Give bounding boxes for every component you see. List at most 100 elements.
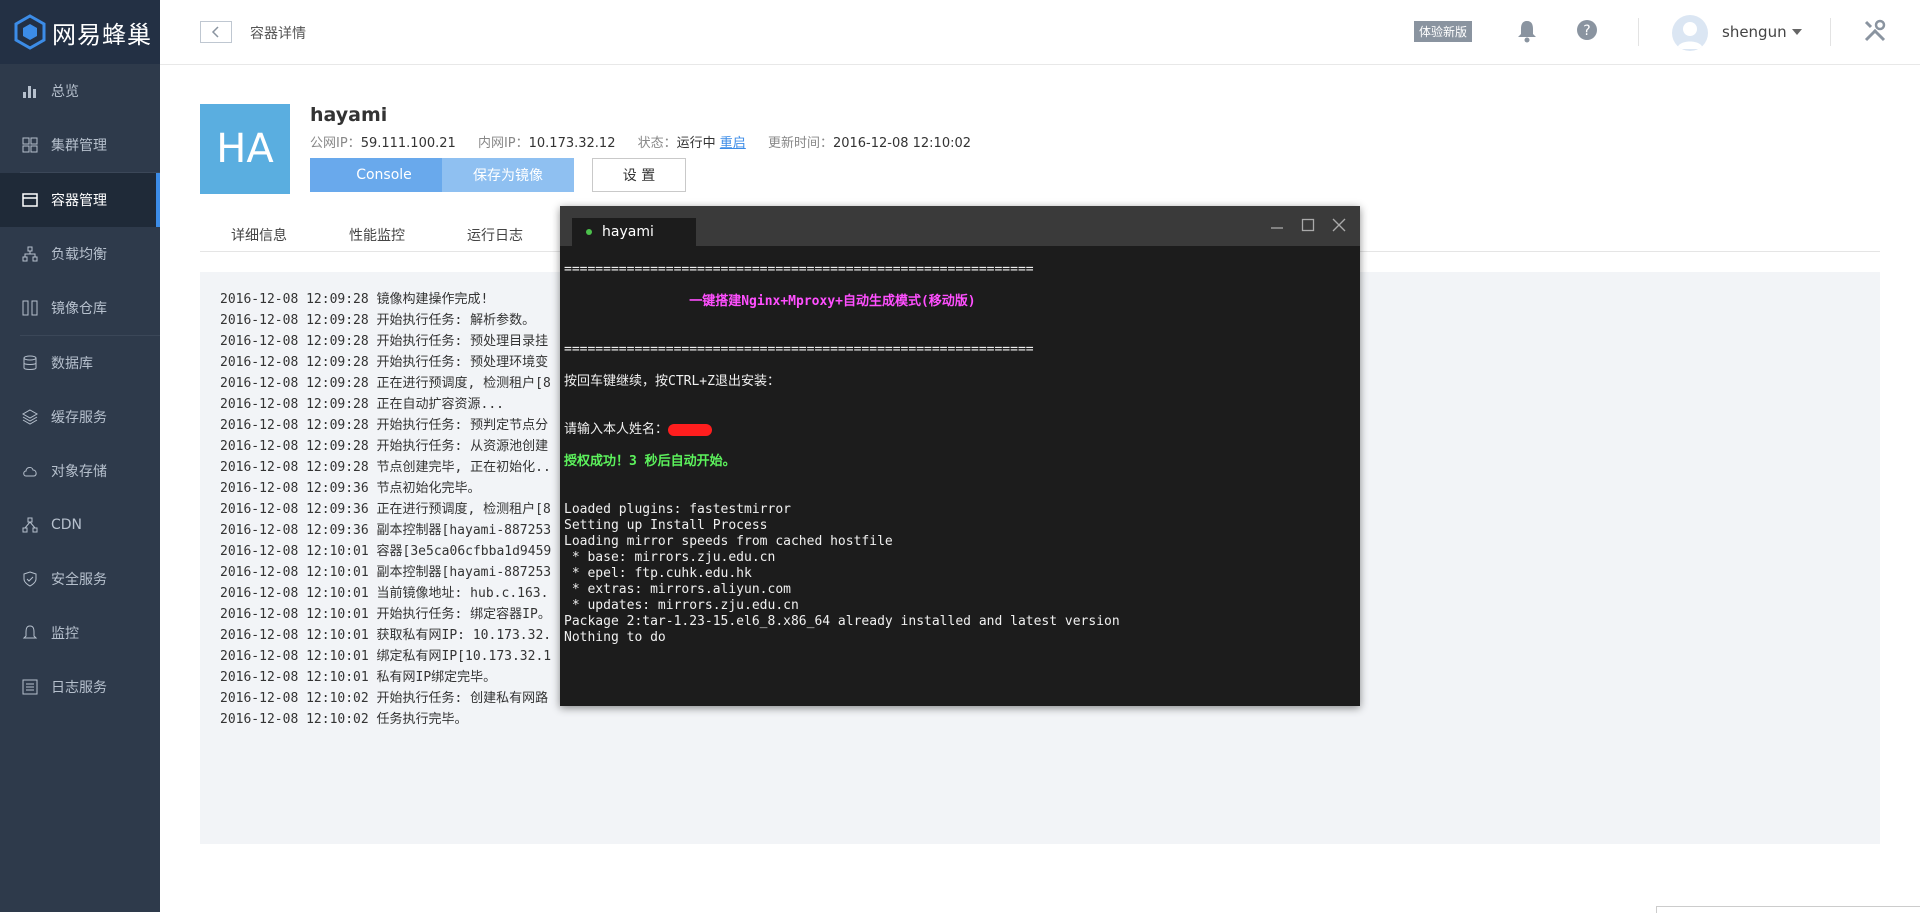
sidebar-item-11[interactable]: 日志服务	[0, 660, 160, 714]
tab-performance[interactable]: 性能监控	[349, 225, 405, 245]
console-title-bar[interactable]: hayami	[560, 206, 1360, 246]
tab-run-log[interactable]: 运行日志	[467, 225, 523, 245]
log-line: 2016-12-08 12:09:36 副本控制器[hayami-887253	[220, 523, 552, 538]
sidebar-item-label: 缓存服务	[51, 410, 107, 426]
sidebar-item-label: 负载均衡	[51, 247, 107, 263]
trial-new-version-button[interactable]: 体验新版	[1414, 21, 1473, 42]
svg-text:?: ?	[1583, 23, 1590, 39]
terminal-line: * base: mirrors.zju.edu.cn	[564, 550, 1354, 566]
sidebar-item-5[interactable]: 数据库	[0, 336, 160, 390]
terminal-line: 授权成功！3 秒后自动开始。	[564, 454, 1354, 470]
terminal-line: * epel: ftp.cuhk.edu.hk	[564, 566, 1354, 582]
minimize-icon[interactable]	[1270, 218, 1284, 232]
terminal-line-text: * base: mirrors.zju.edu.cn	[564, 550, 776, 565]
terminal-line-text: Nothing to do	[564, 630, 666, 645]
sidebar-item-2[interactable]: 容器管理	[0, 173, 160, 227]
log-line: 2016-12-08 12:10:01 容器[3e5ca06cfbba1d945…	[220, 544, 552, 559]
console-tab-title: hayami	[602, 224, 654, 240]
sidebar-item-label: 总览	[51, 84, 79, 100]
divider	[1830, 18, 1831, 46]
log-line: 2016-12-08 12:09:28 开始执行任务: 预判定节点分	[220, 418, 549, 433]
log-list: 2016-12-08 12:09:28 镜像构建操作完成! 2016-12-08 …	[220, 288, 551, 729]
console-button[interactable]: Console	[310, 158, 458, 192]
sidebar-item-7[interactable]: 对象存储	[0, 444, 160, 498]
columns-icon	[20, 298, 40, 318]
sidebar-item-8[interactable]: CDN	[0, 498, 160, 552]
sidebar-item-label: 数据库	[51, 356, 93, 372]
log-line: 2016-12-08 12:10:01 副本控制器[hayami-887253	[220, 565, 552, 580]
cloud-icon	[20, 461, 40, 481]
container-avatar: HA	[200, 104, 290, 194]
log-line: 2016-12-08 12:09:28 开始执行任务: 从资源池创建	[220, 439, 549, 454]
sidebar-item-10[interactable]: 监控	[0, 606, 160, 660]
sidebar-item-label: 日志服务	[51, 680, 107, 696]
status-value: 运行中	[676, 136, 716, 151]
bell-icon[interactable]	[1516, 19, 1538, 43]
sidebar-item-0[interactable]: 总览	[0, 64, 160, 118]
log-line: 2016-12-08 12:10:01 私有网IP绑定完毕。	[220, 670, 497, 685]
log-line: 2016-12-08 12:10:01 开始执行任务: 绑定容器IP。	[220, 607, 551, 622]
close-icon[interactable]	[1332, 218, 1346, 232]
connected-dot-icon	[586, 229, 592, 235]
help-icon[interactable]: ?	[1576, 19, 1598, 41]
shield-icon	[20, 569, 40, 589]
settings-button[interactable]: 设 置	[592, 158, 686, 192]
log-line: 2016-12-08 12:09:28 镜像构建操作完成!	[220, 292, 489, 307]
restart-link[interactable]: 重启	[720, 136, 746, 151]
terminal-line-text: ========================================…	[564, 262, 1034, 277]
layers-icon	[20, 407, 40, 427]
terminal-line-text: * epel: ftp.cuhk.edu.hk	[564, 566, 752, 581]
sidebar: 网易蜂巢 总览集群管理 容器管理负载均衡镜像仓库数据库缓存服务对象存储 CDN 安全服…	[0, 0, 160, 912]
sidebar-nav: 总览集群管理 容器管理负载均衡镜像仓库数据库缓存服务对象存储 CDN 安全服务 监控日志…	[0, 64, 160, 714]
maximize-icon[interactable]	[1301, 218, 1315, 232]
sidebar-item-4[interactable]: 镜像仓库	[0, 281, 160, 335]
terminal-line: Package 2:tar-1.23-15.el6_8.x86_64 alrea…	[564, 614, 1354, 630]
terminal-line-text: Setting up Install Process	[564, 518, 768, 533]
log-line: 2016-12-08 12:09:28 节点创建完毕, 正在初始化..	[220, 460, 551, 475]
redacted-name-mark	[668, 423, 713, 436]
brand-logo[interactable]: 网易蜂巢	[0, 0, 160, 64]
caret-down-icon[interactable]	[1792, 29, 1802, 35]
database-icon	[20, 353, 40, 373]
console-tab[interactable]: hayami	[572, 218, 696, 246]
tools-icon[interactable]	[1863, 19, 1887, 43]
sidebar-item-9[interactable]: 安全服务	[0, 552, 160, 606]
terminal-line: * updates: mirrors.zju.edu.cn	[564, 598, 1354, 614]
terminal-line-text: * extras: mirrors.aliyun.com	[564, 582, 791, 597]
username[interactable]: shengun	[1722, 23, 1787, 41]
bell-icon	[20, 623, 40, 643]
sidebar-item-label: CDN	[51, 517, 83, 533]
terminal-line: Loading mirror speeds from cached hostfi…	[564, 534, 1354, 550]
terminal-output[interactable]: ========================================…	[564, 246, 1354, 646]
log-line: 2016-12-08 12:09:28 开始执行任务: 预处理目录挂	[220, 334, 549, 349]
console-window[interactable]: hayami =================================…	[560, 206, 1360, 706]
terminal-line: Setting up Install Process	[564, 518, 1354, 534]
terminal-line: * extras: mirrors.aliyun.com	[564, 582, 1354, 598]
log-line: 2016-12-08 12:09:36 节点初始化完毕。	[220, 481, 481, 496]
tab-details[interactable]: 详细信息	[231, 225, 287, 245]
back-button[interactable]	[200, 21, 232, 43]
terminal-line: 按回车键继续，按CTRL+Z退出安装：	[564, 374, 1354, 390]
terminal-line-text: Loaded plugins: fastestmirror	[564, 502, 791, 517]
terminal-line: Nothing to do	[564, 630, 1354, 646]
terminal-line-text: 请输入本人姓名：	[564, 422, 669, 437]
terminal-line-text: 按回车键继续，按CTRL+Z退出安装：	[564, 374, 780, 389]
sidebar-item-1[interactable]: 集群管理	[0, 118, 160, 172]
sidebar-item-3[interactable]: 负载均衡	[0, 227, 160, 281]
log-line: 2016-12-08 12:10:01 当前镜像地址: hub.c.163.	[220, 586, 549, 601]
log-line: 2016-12-08 12:09:28 正在自动扩容资源...	[220, 397, 505, 412]
log-line: 2016-12-08 12:10:01 绑定私有网IP[10.173.32.1	[220, 649, 552, 664]
log-line: 2016-12-08 12:10:02 任务执行完毕。	[220, 712, 468, 727]
list-icon	[20, 677, 40, 697]
avatar[interactable]	[1672, 15, 1708, 51]
breadcrumb: 容器详情	[250, 26, 306, 42]
updated-value: 2016-12-08 12:10:02	[832, 136, 972, 151]
sidebar-item-6[interactable]: 缓存服务	[0, 390, 160, 444]
save-as-image-button[interactable]: 保存为镜像	[442, 158, 574, 192]
log-line: 2016-12-08 12:09:28 正在进行预调度, 检测租户[8	[220, 376, 551, 391]
